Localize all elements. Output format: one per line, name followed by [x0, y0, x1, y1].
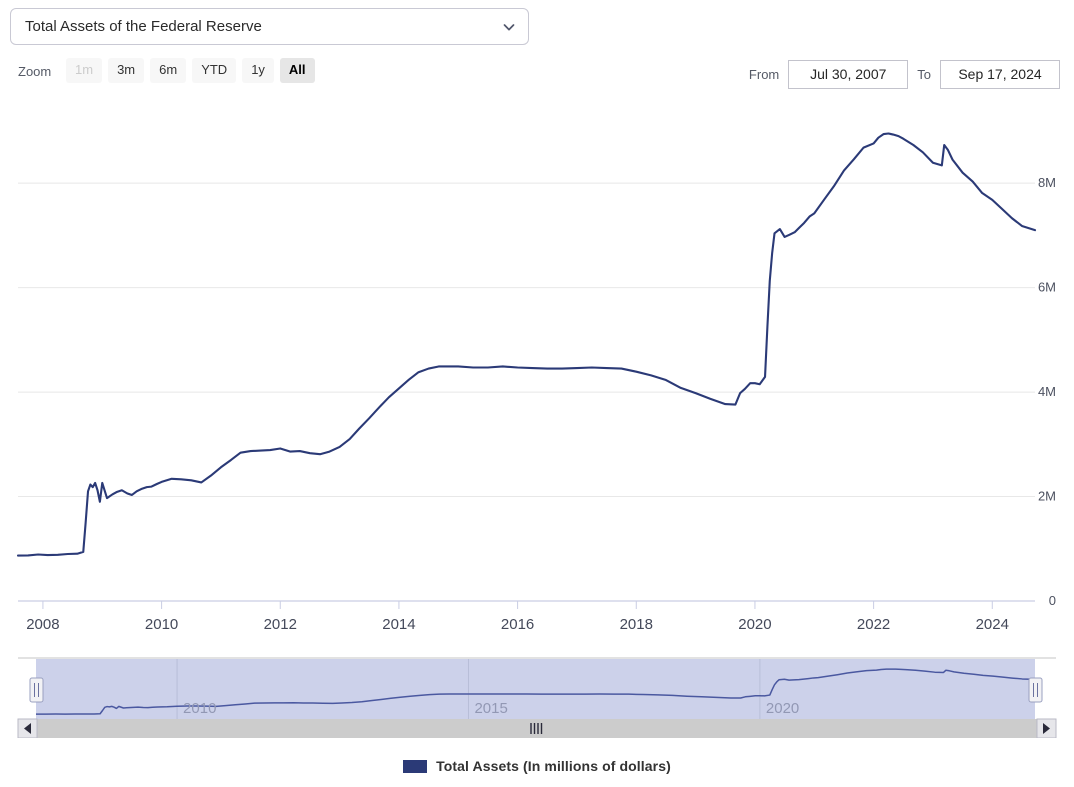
from-label: From [748, 67, 780, 82]
chart-navigator[interactable]: 2010 2015 2020 [0, 650, 1074, 739]
zoom-button-group: 1m 3m 6m YTD 1y All [66, 58, 315, 83]
series-select[interactable]: Total Assets of the Federal Reserve [10, 8, 529, 45]
zoom-label: Zoom [18, 64, 52, 79]
navigator-tick-label: 2015 [474, 700, 507, 717]
to-label: To [917, 67, 931, 82]
navigator-tick-label: 2010 [183, 700, 216, 717]
zoom-button-ytd[interactable]: YTD [192, 58, 237, 83]
to-date-input[interactable]: Sep 17, 2024 [940, 60, 1060, 89]
chart-legend[interactable]: Total Assets (In millions of dollars) [0, 752, 1074, 780]
legend-label: Total Assets (In millions of dollars) [436, 758, 671, 774]
y-tick-label: 4M [1038, 384, 1056, 399]
chart-plot-area[interactable]: 0 2M 4M 6M 8M 2008 2010 2012 2014 2016 2018 2020 20… [0, 104, 1074, 644]
scrollbar-track[interactable] [18, 719, 1056, 738]
x-tick-label: 2024 [976, 616, 1009, 633]
x-tick-label: 2014 [382, 616, 415, 633]
chart-y-axis-labels: 0 2M 4M 6M 8M [1038, 175, 1056, 608]
series-selector-container: Total Assets of the Federal Reserve [10, 8, 529, 45]
zoom-button-3m[interactable]: 3m [108, 58, 145, 83]
x-tick-label: 2022 [857, 616, 890, 633]
chart-gridlines [18, 182, 1035, 498]
x-tick-label: 2016 [501, 616, 534, 633]
navigator-scrollbar[interactable] [17, 718, 1057, 739]
range-selector-row: Zoom 1m 3m 6m YTD 1y All From Jul 30, 20… [0, 58, 1074, 90]
series-select-value: Total Assets of the Federal Reserve [25, 18, 262, 35]
legend-swatch [403, 759, 428, 773]
chart-x-axis-labels: 2008 2010 2012 2014 2016 2018 2020 2022 2024 [26, 616, 1009, 633]
y-tick-label: 2M [1038, 489, 1056, 504]
scroll-right-arrow-button[interactable] [1036, 718, 1057, 739]
chart-x-axis-ticks [42, 601, 993, 609]
zoom-button-1m[interactable]: 1m [66, 58, 103, 83]
zoom-button-6m[interactable]: 6m [150, 58, 187, 83]
total-assets-line [16, 132, 1037, 557]
x-tick-label: 2012 [264, 616, 297, 633]
y-tick-label: 6M [1038, 280, 1056, 295]
navigator-right-handle[interactable] [1028, 677, 1043, 703]
from-date-input[interactable]: Jul 30, 2007 [788, 60, 909, 89]
y-tick-label: 8M [1038, 175, 1056, 190]
x-tick-label: 2018 [620, 616, 653, 633]
date-range-inputs: From Jul 30, 2007 To Sep 17, 2024 [749, 60, 1060, 89]
y-tick-label: 0 [1049, 593, 1056, 608]
zoom-button-all[interactable]: All [279, 58, 315, 83]
x-tick-label: 2010 [145, 616, 178, 633]
navigator-svg[interactable]: 2010 2015 2020 [0, 650, 1074, 739]
total-assets-line-chart[interactable]: 02M4M6M8M 2008 2010 2012 2014 2016 2018 2020 20… [0, 104, 1074, 644]
navigator-tick-label: 2020 [766, 700, 799, 717]
navigator-left-handle[interactable] [29, 677, 44, 703]
zoom-button-1y[interactable]: 1y [242, 58, 274, 83]
chevron-down-icon [503, 23, 515, 30]
scroll-left-arrow-button[interactable] [17, 718, 38, 739]
x-tick-label: 2020 [738, 616, 771, 633]
x-tick-label: 2008 [26, 616, 59, 633]
